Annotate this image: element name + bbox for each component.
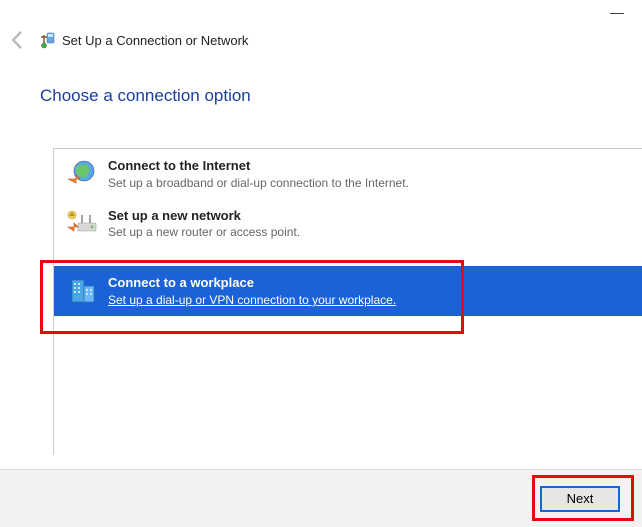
option-new-network[interactable]: Set up a new network Set up a new router… <box>54 199 642 249</box>
wizard-heading: Choose a connection option <box>40 86 251 106</box>
minimize-icon[interactable]: — <box>610 4 624 20</box>
next-button[interactable]: Next <box>540 486 620 512</box>
page-title: Set Up a Connection or Network <box>62 33 248 48</box>
option-connect-workplace[interactable]: Connect to a workplace Set up a dial-up … <box>54 266 642 316</box>
window-controls: — <box>610 4 624 20</box>
option-connect-internet[interactable]: Connect to the Internet Set up a broadba… <box>54 149 642 199</box>
option-title: Connect to a workplace <box>108 274 396 292</box>
globe-icon <box>66 157 98 189</box>
option-text: Set up a new network Set up a new router… <box>108 207 300 241</box>
router-icon <box>66 207 98 239</box>
footer: Next <box>0 469 642 527</box>
option-desc: Set up a broadband or dial-up connection… <box>108 175 409 191</box>
wizard-icon <box>38 31 56 49</box>
option-text: Connect to the Internet Set up a broadba… <box>108 157 409 191</box>
option-desc: Set up a new router or access point. <box>108 224 300 240</box>
building-icon <box>66 274 98 306</box>
titlebar: Set Up a Connection or Network <box>0 30 642 50</box>
option-title: Set up a new network <box>108 207 300 225</box>
option-title: Connect to the Internet <box>108 157 409 175</box>
option-desc: Set up a dial-up or VPN connection to yo… <box>108 292 396 308</box>
connection-options-list: Connect to the Internet Set up a broadba… <box>53 148 642 455</box>
option-text: Connect to a workplace Set up a dial-up … <box>108 274 396 308</box>
back-icon[interactable] <box>8 30 28 50</box>
